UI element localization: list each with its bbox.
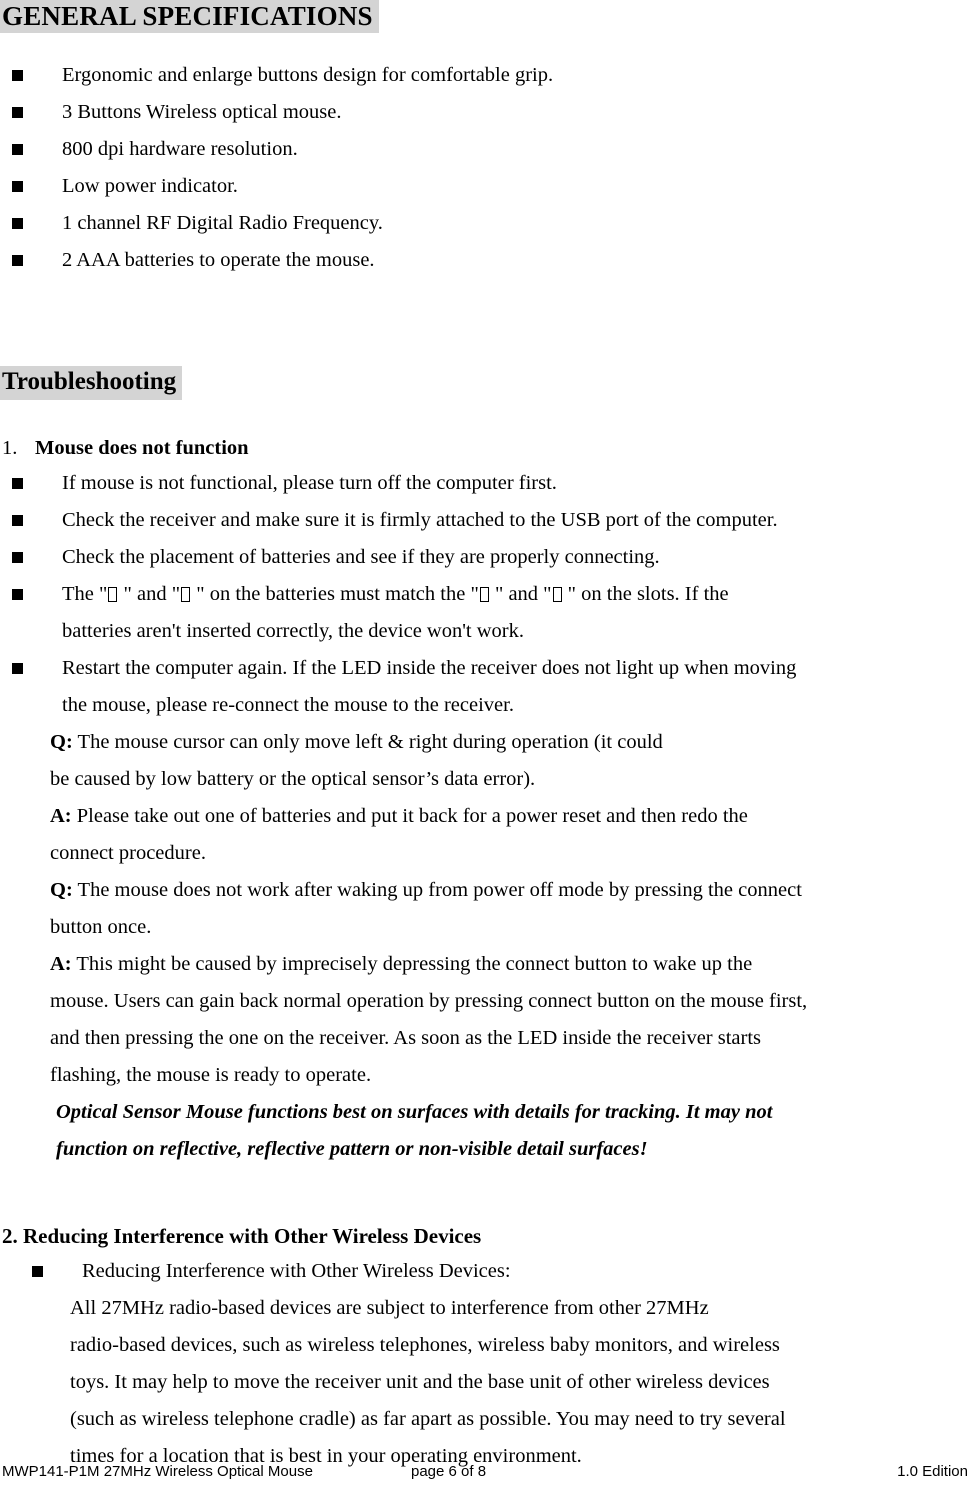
question-label: Q:: [50, 731, 73, 753]
square-bullet-icon: [12, 663, 23, 674]
list-item-label: Restart the computer again. If the LED i…: [62, 657, 797, 679]
missing-glyph-minus-icon: [181, 587, 191, 602]
qa-2-answer-line-4: flashing, the mouse is ready to operate.: [50, 1064, 372, 1086]
question-text: The mouse cursor can only move left & ri…: [77, 731, 663, 753]
question-text: The mouse does not work after waking up …: [77, 879, 802, 901]
square-bullet-icon: [32, 1266, 43, 1277]
qa-2-question-line-2: button once.: [50, 916, 152, 938]
missing-glyph-plus-slot-icon: [479, 587, 489, 602]
list-item-label: 1 channel RF Digital Radio Frequency.: [62, 212, 383, 234]
qa-2-answer-line-3: and then pressing the one on the receive…: [50, 1027, 762, 1049]
item-2-body-line-4: (such as wireless telephone cradle) as f…: [70, 1408, 786, 1430]
question-label: Q:: [50, 879, 73, 901]
battery-text-part-5: " on the slots. If the: [562, 583, 729, 605]
qa-1-question-line-1: Q: The mouse cursor can only move left &…: [50, 724, 663, 761]
optical-sensor-note-line-1: Optical Sensor Mouse functions best on s…: [56, 1101, 773, 1123]
list-item-label: If mouse is not functional, please turn …: [62, 472, 557, 494]
page-footer: MWP141-P1M 27MHz Wireless Optical Mouse …: [0, 1462, 971, 1486]
troubleshooting-item-2-title: 2. Reducing Interference with Other Wire…: [2, 1224, 482, 1248]
troubleshooting-item-1-title: 1. Mouse does not function: [2, 430, 249, 467]
troubleshooting-heading: Troubleshooting: [0, 366, 183, 400]
list-item-label: Reducing Interference with Other Wireles…: [82, 1260, 511, 1282]
list-item-label: Check the placement of batteries and see…: [62, 546, 660, 568]
missing-glyph-minus-slot-icon: [552, 587, 562, 602]
answer-text: This might be caused by imprecisely depr…: [76, 953, 753, 975]
list-item: Reducing Interference with Other Wireles…: [32, 1253, 511, 1290]
list-item-restart: Restart the computer again. If the LED i…: [12, 650, 796, 687]
square-bullet-icon: [12, 144, 23, 155]
item-2-body-line-2: radio-based devices, such as wireless te…: [70, 1334, 780, 1356]
list-item-label: 2 AAA batteries to operate the mouse.: [62, 249, 375, 271]
square-bullet-icon: [12, 70, 23, 81]
list-item: Check the placement of batteries and see…: [12, 539, 660, 576]
list-item-label: Low power indicator.: [62, 175, 238, 197]
list-item-label: 3 Buttons Wireless optical mouse.: [62, 101, 342, 123]
general-specifications-heading: GENERAL SPECIFICATIONS: [0, 0, 379, 33]
battery-text-part-1: The ": [62, 583, 108, 605]
qa-2-answer-line-1: A: This might be caused by imprecisely d…: [50, 946, 752, 983]
square-bullet-icon: [12, 181, 23, 192]
list-item: 3 Buttons Wireless optical mouse.: [12, 94, 342, 131]
item-2-body-line-3: toys. It may help to move the receiver u…: [70, 1371, 770, 1393]
list-item: Check the receiver and make sure it is f…: [12, 502, 778, 539]
square-bullet-icon: [12, 218, 23, 229]
footer-page-number: page 6 of 8: [411, 1463, 487, 1480]
list-item: Ergonomic and enlarge buttons design for…: [12, 57, 553, 94]
qa-2-question-line-1: Q: The mouse does not work after waking …: [50, 872, 802, 909]
list-item-label: 800 dpi hardware resolution.: [62, 138, 298, 160]
answer-text: Please take out one of batteries and put…: [76, 805, 748, 827]
list-item: 2 AAA batteries to operate the mouse.: [12, 242, 375, 279]
manual-page: GENERAL SPECIFICATIONS Ergonomic and enl…: [0, 0, 971, 1505]
square-bullet-icon: [12, 478, 23, 489]
item-2-body-line-1: All 27MHz radio-based devices are subjec…: [70, 1297, 709, 1319]
footer-product-name: MWP141-P1M 27MHz Wireless Optical Mouse: [2, 1463, 313, 1480]
answer-label: A:: [50, 805, 72, 827]
optical-sensor-note-line-2: function on reflective, reflective patte…: [56, 1138, 648, 1160]
square-bullet-icon: [12, 515, 23, 526]
list-item: 800 dpi hardware resolution.: [12, 131, 298, 168]
missing-glyph-plus-icon: [108, 587, 118, 602]
list-item-battery-polarity-line2: batteries aren't inserted correctly, the…: [62, 620, 524, 642]
item-title-label: Mouse does not function: [35, 437, 249, 459]
qa-1-question-line-2: be caused by low battery or the optical …: [50, 768, 536, 790]
square-bullet-icon: [12, 552, 23, 563]
list-item: 1 channel RF Digital Radio Frequency.: [12, 205, 383, 242]
list-item-label: The " " and " " on the batteries must ma…: [62, 576, 729, 613]
square-bullet-icon: [12, 255, 23, 266]
item-number: 1.: [2, 437, 18, 459]
square-bullet-icon: [12, 589, 23, 600]
qa-1-answer-line-2: connect procedure.: [50, 842, 206, 864]
list-item-label: Check the receiver and make sure it is f…: [62, 509, 778, 531]
list-item-restart-line2: the mouse, please re-connect the mouse t…: [62, 694, 514, 716]
list-item-label: Ergonomic and enlarge buttons design for…: [62, 64, 554, 86]
square-bullet-icon: [12, 107, 23, 118]
list-item: If mouse is not functional, please turn …: [12, 465, 557, 502]
footer-edition: 1.0 Edition: [897, 1463, 968, 1480]
list-item: Low power indicator.: [12, 168, 238, 205]
battery-text-part-3: " on the batteries must match the ": [191, 583, 479, 605]
qa-2-answer-line-2: mouse. Users can gain back normal operat…: [50, 990, 808, 1012]
battery-text-part-2: " and ": [118, 583, 181, 605]
answer-label: A:: [50, 953, 72, 975]
qa-1-answer-line-1: A: Please take out one of batteries and …: [50, 798, 748, 835]
list-item-battery-polarity: The " " and " " on the batteries must ma…: [12, 576, 729, 613]
battery-text-part-4: " and ": [489, 583, 552, 605]
